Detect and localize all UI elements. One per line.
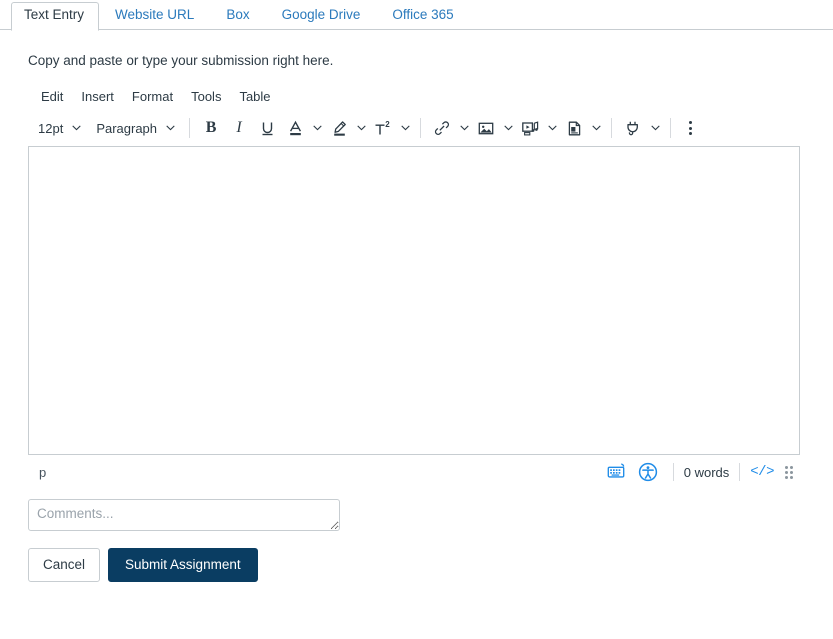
tab-office-365-label: Office 365 — [392, 7, 454, 22]
chevron-down-icon[interactable] — [588, 115, 604, 141]
toolbar-divider — [670, 118, 672, 138]
tab-website-url-label: Website URL — [115, 7, 195, 22]
rich-content-editor: Edit Insert Format Tools Table 12pt Para… — [28, 84, 800, 489]
chevron-down-icon[interactable] — [309, 115, 325, 141]
chevron-down-icon — [68, 115, 84, 141]
block-format-value: Paragraph — [96, 120, 158, 136]
comments-input[interactable] — [28, 499, 340, 531]
grip-dot — [790, 475, 793, 479]
media-button[interactable] — [516, 114, 544, 142]
superscript-button[interactable]: 2 — [369, 114, 397, 142]
apps-control — [619, 114, 663, 142]
image-button[interactable] — [472, 114, 500, 142]
element-path[interactable]: p — [36, 465, 46, 480]
tab-box-label: Box — [226, 7, 250, 22]
statusbar-divider — [672, 463, 674, 481]
statusbar-divider — [739, 463, 741, 481]
tab-office-365[interactable]: Office 365 — [376, 2, 469, 30]
toolbar-divider — [611, 118, 613, 138]
html-editor-button[interactable]: </> — [750, 464, 774, 480]
document-control — [560, 114, 604, 142]
accessibility-checker-button[interactable] — [633, 462, 663, 482]
menu-tools[interactable]: Tools — [182, 86, 230, 108]
editor-toolbar: 12pt Paragraph B I 2 — [28, 110, 800, 146]
grip-dot — [790, 465, 793, 469]
form-actions: Cancel Submit Assignment — [0, 531, 833, 582]
toolbar-divider — [189, 118, 191, 138]
link-button[interactable] — [428, 114, 456, 142]
chevron-down-icon[interactable] — [647, 115, 663, 141]
bold-button[interactable]: B — [197, 114, 225, 142]
tab-google-drive[interactable]: Google Drive — [266, 2, 377, 30]
comments-section — [0, 489, 833, 531]
resize-handle[interactable] — [782, 464, 796, 480]
editor-menubar: Edit Insert Format Tools Table — [28, 84, 800, 110]
superscript-control: 2 — [369, 114, 413, 142]
menu-table[interactable]: Table — [230, 86, 279, 108]
keyboard-shortcuts-icon — [607, 463, 628, 481]
block-format-selector[interactable]: Paragraph — [88, 114, 182, 142]
kebab-dot — [688, 132, 692, 135]
grip-dot — [790, 470, 793, 474]
grip-dot — [785, 475, 788, 479]
tab-text-entry-label: Text Entry — [24, 7, 85, 22]
chevron-down-icon[interactable] — [500, 115, 516, 141]
text-color-button[interactable] — [281, 114, 309, 142]
text-color-control — [281, 114, 325, 142]
grip-dot — [785, 465, 788, 469]
italic-icon: I — [236, 119, 242, 136]
chevron-down-icon[interactable] — [353, 115, 369, 141]
tab-text-entry[interactable]: Text Entry — [11, 2, 100, 31]
keyboard-shortcuts-button[interactable] — [602, 463, 633, 481]
apps-button[interactable] — [619, 114, 647, 142]
kebab-dot — [688, 121, 692, 124]
highlight-color-button[interactable] — [325, 114, 353, 142]
tab-box[interactable]: Box — [210, 2, 265, 30]
image-icon — [477, 120, 495, 137]
cancel-button[interactable]: Cancel — [28, 548, 101, 582]
menu-edit[interactable]: Edit — [32, 86, 72, 108]
submit-assignment-button[interactable]: Submit Assignment — [108, 548, 258, 582]
font-size-value: 12pt — [38, 120, 64, 136]
word-count[interactable]: 0 words — [684, 465, 730, 480]
menu-insert[interactable]: Insert — [72, 86, 123, 108]
menu-format[interactable]: Format — [123, 86, 182, 108]
superscript-icon: 2 — [374, 120, 393, 137]
font-size-selector[interactable]: 12pt — [30, 114, 88, 142]
chevron-down-icon — [162, 115, 178, 141]
highlight-color-icon — [331, 120, 348, 137]
bold-icon: B — [205, 119, 217, 136]
tab-website-url[interactable]: Website URL — [99, 2, 210, 30]
chevron-down-icon[interactable] — [456, 115, 472, 141]
tab-google-drive-label: Google Drive — [281, 7, 361, 22]
svg-text:2: 2 — [385, 120, 390, 129]
media-icon — [521, 120, 540, 137]
italic-button[interactable]: I — [225, 114, 253, 142]
toolbar-divider — [420, 118, 422, 138]
text-color-icon — [287, 120, 304, 137]
chevron-down-icon[interactable] — [397, 115, 413, 141]
media-control — [516, 114, 560, 142]
underline-button[interactable] — [253, 114, 281, 142]
apps-plug-icon — [624, 120, 642, 137]
editor-statusbar: p 0 words </> — [28, 455, 800, 489]
link-icon — [433, 120, 451, 137]
link-control — [428, 114, 472, 142]
more-options-icon[interactable] — [678, 115, 702, 141]
chevron-down-icon[interactable] — [544, 115, 560, 141]
editor-content-area[interactable] — [28, 146, 800, 455]
document-icon — [566, 120, 583, 137]
submission-prompt: Copy and paste or type your submission r… — [28, 53, 334, 68]
underline-icon — [259, 120, 276, 137]
submission-type-tabs: Text Entry Website URL Box Google Drive … — [0, 0, 833, 31]
accessibility-checker-icon — [638, 462, 658, 482]
kebab-dot — [688, 126, 692, 130]
document-button[interactable] — [560, 114, 588, 142]
highlight-color-control — [325, 114, 369, 142]
grip-dot — [785, 470, 788, 474]
image-control — [472, 114, 516, 142]
